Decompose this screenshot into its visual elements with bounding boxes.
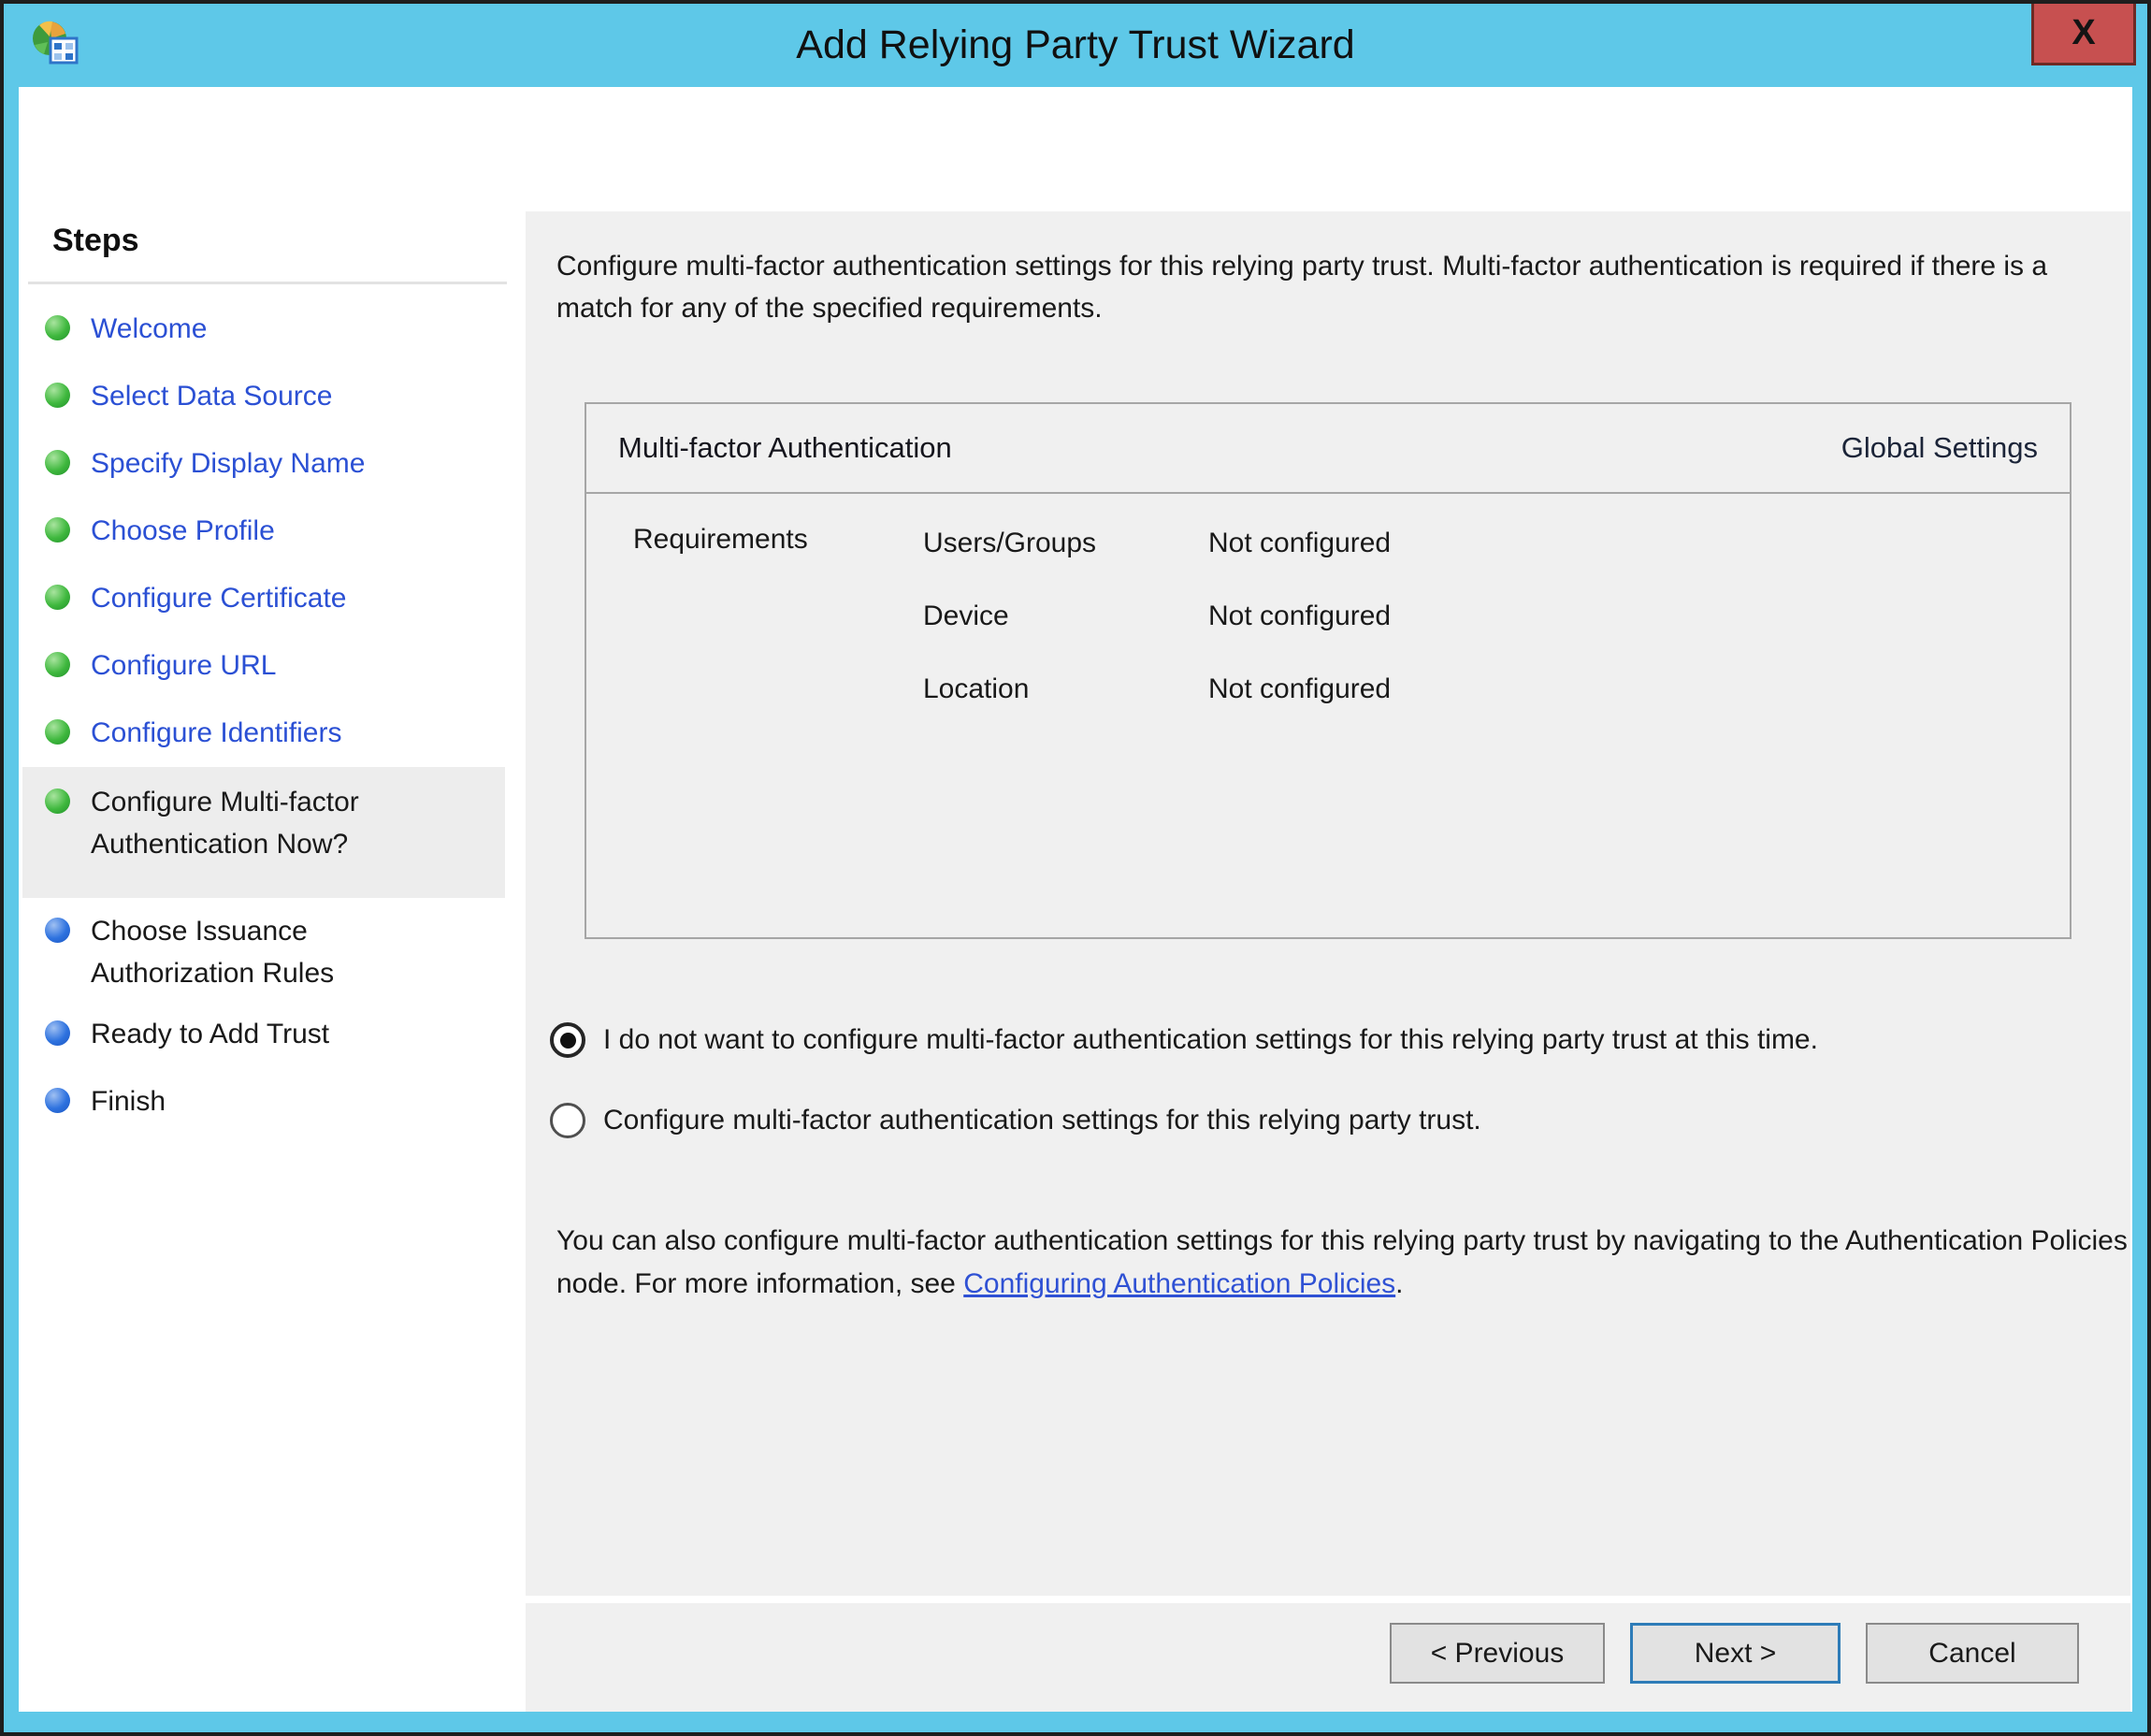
table-row: Device Not configured: [923, 580, 2051, 653]
step-label: Finish: [91, 1080, 166, 1122]
requirement-value: Not configured: [1208, 673, 1391, 705]
radio-option-label: Configure multi-factor authentication se…: [603, 1105, 1481, 1136]
step-done-icon: [45, 450, 70, 475]
step-label: Configure Multi-factor Authentication No…: [91, 781, 465, 865]
step-item-choose-issuance-authorization-rules: Choose Issuance Authorization Rules: [19, 898, 516, 1001]
button-bar: < Previous Next > Cancel: [526, 1603, 2130, 1712]
requirements-label: Requirements: [633, 524, 808, 556]
radio-option-configure-mfa[interactable]: Configure multi-factor authentication se…: [550, 1092, 1481, 1149]
step-done-icon: [45, 315, 70, 340]
title-bar: Add Relying Party Trust Wizard X: [4, 4, 2147, 87]
requirement-value: Not configured: [1208, 600, 1391, 632]
step-done-icon: [45, 788, 70, 814]
mfa-settings-box: Multi-factor Authentication Global Setti…: [585, 402, 2072, 939]
step-done-icon: [45, 383, 70, 408]
steps-sidebar: Steps Welcome Select Data Source Specify…: [19, 211, 516, 1712]
step-done-icon: [45, 517, 70, 542]
step-label: Select Data Source: [91, 375, 332, 417]
requirement-name: Device: [923, 600, 1208, 632]
requirements-rows: Users/Groups Not configured Device Not c…: [923, 507, 2051, 726]
window-title: Add Relying Party Trust Wizard: [191, 4, 1960, 87]
close-button[interactable]: X: [2031, 4, 2136, 65]
step-item-select-data-source[interactable]: Select Data Source: [19, 363, 516, 430]
step-pending-icon: [45, 918, 70, 943]
step-label: Configure URL: [91, 644, 276, 687]
step-label: Configure Certificate: [91, 577, 346, 619]
step-item-specify-display-name[interactable]: Specify Display Name: [19, 430, 516, 498]
mfa-box-title: Multi-factor Authentication: [618, 431, 952, 465]
requirement-name: Users/Groups: [923, 528, 1208, 559]
radio-unselected-icon[interactable]: [550, 1103, 585, 1138]
step-label: Ready to Add Trust: [91, 1013, 329, 1055]
step-item-choose-profile[interactable]: Choose Profile: [19, 498, 516, 565]
step-pending-icon: [45, 1020, 70, 1046]
step-label: Choose Issuance Authorization Rules: [91, 910, 465, 994]
step-label: Choose Profile: [91, 510, 275, 552]
step-item-finish: Finish: [19, 1068, 516, 1136]
step-label: Configure Identifiers: [91, 712, 341, 754]
steps-header: Steps: [52, 223, 139, 259]
step-label: Welcome: [91, 308, 207, 350]
note-after-link: .: [1395, 1268, 1403, 1299]
step-item-welcome[interactable]: Welcome: [19, 296, 516, 363]
previous-button[interactable]: < Previous: [1390, 1623, 1605, 1684]
adfs-app-icon: [26, 16, 80, 70]
main-panel: Configure multi-factor authentication se…: [526, 211, 2130, 1596]
steps-separator: [28, 282, 507, 284]
radio-option-no-mfa[interactable]: I do not want to configure multi-factor …: [550, 1012, 1818, 1068]
step-item-configure-certificate[interactable]: Configure Certificate: [19, 565, 516, 632]
step-done-icon: [45, 585, 70, 610]
step-item-configure-identifiers[interactable]: Configure Identifiers: [19, 700, 516, 767]
global-settings-label: Global Settings: [1841, 431, 2038, 465]
steps-list: Welcome Select Data Source Specify Displ…: [19, 296, 516, 1136]
step-item-ready-to-add-trust: Ready to Add Trust: [19, 1001, 516, 1068]
step-done-icon: [45, 719, 70, 745]
step-item-configure-mfa-now: Configure Multi-factor Authentication No…: [22, 767, 505, 898]
mfa-box-body: Requirements Users/Groups Not configured…: [586, 494, 2070, 935]
dialog-body: Steps Welcome Select Data Source Specify…: [19, 87, 2132, 1712]
step-done-icon: [45, 652, 70, 677]
wizard-window: Add Relying Party Trust Wizard X Steps W…: [0, 0, 2151, 1736]
intro-text: Configure multi-factor authentication se…: [556, 245, 2109, 329]
mfa-box-header: Multi-factor Authentication Global Setti…: [586, 404, 2070, 494]
step-pending-icon: [45, 1088, 70, 1113]
step-label: Specify Display Name: [91, 442, 365, 485]
requirement-name: Location: [923, 673, 1208, 705]
table-row: Users/Groups Not configured: [923, 507, 2051, 580]
step-item-configure-url[interactable]: Configure URL: [19, 632, 516, 700]
requirement-value: Not configured: [1208, 528, 1391, 559]
next-button[interactable]: Next >: [1630, 1623, 1841, 1684]
radio-option-label: I do not want to configure multi-factor …: [603, 1024, 1818, 1056]
radio-dot: [560, 1033, 576, 1049]
table-row: Location Not configured: [923, 653, 2051, 726]
cancel-button[interactable]: Cancel: [1866, 1623, 2079, 1684]
note-text: You can also configure multi-factor auth…: [556, 1220, 2128, 1306]
configuring-authentication-policies-link[interactable]: Configuring Authentication Policies: [963, 1268, 1395, 1299]
radio-selected-icon[interactable]: [550, 1022, 585, 1058]
